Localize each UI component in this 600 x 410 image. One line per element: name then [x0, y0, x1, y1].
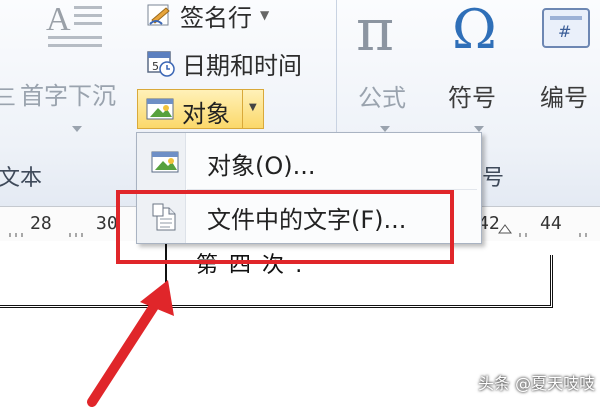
- datetime-button[interactable]: 5 日期和时间: [146, 46, 302, 80]
- ruler-tick-label: 28: [30, 213, 52, 234]
- formula-label: 公式: [358, 84, 406, 112]
- number-icon: #: [542, 8, 590, 48]
- highlight-box: [116, 190, 454, 264]
- menu-item-label: 对象(O)...: [207, 151, 316, 180]
- object-button-label: 对象: [182, 100, 230, 128]
- calendar-clock-icon: 5: [147, 51, 175, 77]
- signature-line-button[interactable]: 签名行 ▼: [146, 0, 269, 32]
- dropcap-icon: 三: [0, 86, 17, 111]
- datetime-label: 日期和时间: [182, 51, 302, 80]
- pointer-arrow: [87, 280, 174, 407]
- chevron-down-icon[interactable]: ▼: [260, 8, 269, 22]
- watermark: 头条 @夏天吱吱: [478, 374, 596, 393]
- dropcap-dropdown-icon[interactable]: [72, 126, 82, 132]
- svg-text:A: A: [46, 1, 71, 38]
- number-button[interactable]: # 编号: [534, 0, 600, 150]
- svg-text:5: 5: [152, 60, 159, 73]
- signature-line-label: 签名行: [180, 3, 252, 32]
- object-dropdown-toggle[interactable]: ▼: [242, 90, 265, 128]
- symbol-button[interactable]: Ω 符号: [440, 0, 520, 150]
- text-box-icon[interactable]: A: [44, 0, 106, 48]
- pi-icon: π: [356, 0, 395, 64]
- object-button[interactable]: 对象 ▼: [137, 89, 264, 129]
- dropcap-button[interactable]: 首字下沉: [20, 76, 116, 111]
- number-label: 编号: [540, 84, 588, 112]
- signature-icon: [147, 4, 170, 26]
- formula-button[interactable]: π 公式: [350, 0, 430, 150]
- symbol-label: 符号: [448, 84, 496, 112]
- ruler-tick-label: 30: [96, 213, 118, 234]
- chevron-down-icon: ▼: [249, 102, 257, 113]
- text-group-label: 文本: [0, 166, 43, 191]
- omega-icon: Ω: [452, 0, 497, 61]
- object-icon: [151, 151, 179, 173]
- object-icon: [146, 98, 174, 120]
- menu-item-object[interactable]: 对象(O)...: [137, 137, 481, 189]
- ruler-tick-label: 44: [540, 213, 562, 234]
- symbol-group-label: 号: [482, 166, 505, 191]
